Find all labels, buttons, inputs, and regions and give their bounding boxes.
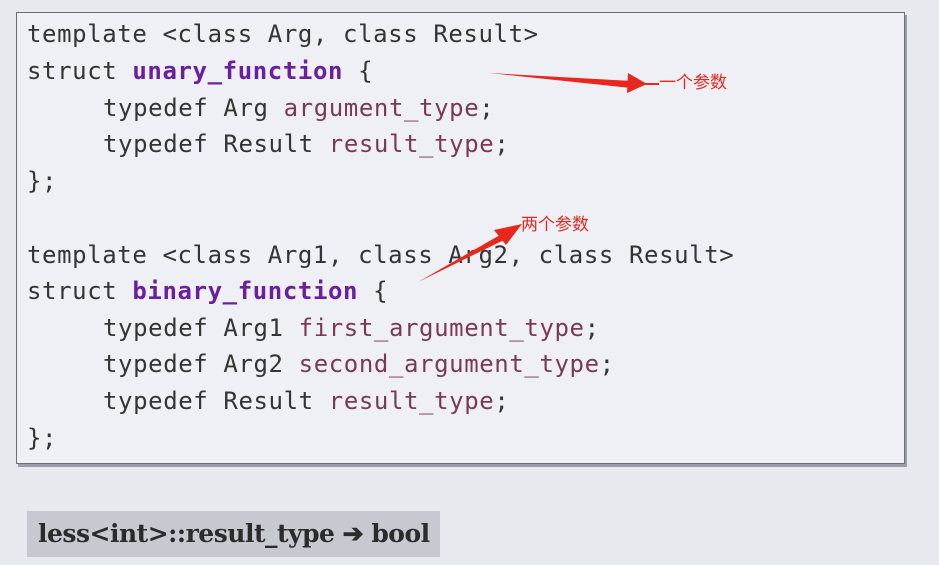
semicolon: ; bbox=[494, 130, 510, 158]
binary-member-line: typedef Arg1 first_argument_type; bbox=[103, 313, 600, 343]
unary-function-name: unary_function bbox=[132, 57, 344, 85]
member-type: Arg2 bbox=[223, 350, 299, 378]
member-type: Result bbox=[223, 130, 329, 158]
semicolon: ; bbox=[599, 350, 615, 378]
typedef-keyword: typedef bbox=[103, 387, 224, 415]
semicolon: ; bbox=[584, 314, 600, 342]
typedef-keyword: typedef bbox=[103, 314, 224, 342]
binary-close-line: }; bbox=[27, 424, 58, 452]
semicolon: ; bbox=[479, 94, 495, 122]
member-type: Arg bbox=[223, 94, 284, 122]
member-type: Result bbox=[223, 387, 329, 415]
binary-template-line: template <class Arg1, class Arg2, class … bbox=[27, 241, 735, 269]
result-type-caption: less<int>::result_type ➔ bool bbox=[27, 511, 440, 557]
unary-template-line: template <class Arg, class Result> bbox=[27, 20, 539, 48]
semicolon: ; bbox=[494, 387, 510, 415]
open-brace: { bbox=[343, 57, 374, 85]
unary-member-line: typedef Result result_type; bbox=[103, 129, 509, 159]
member-name: second_argument_type bbox=[298, 350, 600, 378]
two-params-annotation: 两个参数 bbox=[521, 215, 589, 235]
binary-function-name: binary_function bbox=[132, 277, 359, 305]
struct-keyword: struct bbox=[27, 57, 133, 85]
unary-close-line: }; bbox=[27, 167, 58, 195]
unary-struct-line: struct unary_function { bbox=[27, 56, 373, 86]
member-name: result_type bbox=[328, 387, 495, 415]
typedef-keyword: typedef bbox=[103, 94, 224, 122]
binary-struct-line: struct binary_function { bbox=[27, 276, 388, 306]
binary-member-line: typedef Arg2 second_argument_type; bbox=[103, 349, 615, 379]
open-brace: { bbox=[358, 277, 389, 305]
member-name: argument_type bbox=[283, 94, 480, 122]
unary-member-line: typedef Arg argument_type; bbox=[103, 93, 494, 123]
result-type-text: less<int>::result_type ➔ bool bbox=[38, 519, 430, 548]
member-name: result_type bbox=[328, 130, 495, 158]
code-panel: template <class Arg, class Result> struc… bbox=[16, 12, 905, 464]
typedef-keyword: typedef bbox=[103, 130, 224, 158]
member-type: Arg1 bbox=[223, 314, 299, 342]
binary-member-line: typedef Result result_type; bbox=[103, 386, 509, 416]
typedef-keyword: typedef bbox=[103, 350, 224, 378]
member-name: first_argument_type bbox=[298, 314, 585, 342]
struct-keyword: struct bbox=[27, 277, 133, 305]
one-param-annotation: 一个参数 bbox=[659, 73, 727, 93]
